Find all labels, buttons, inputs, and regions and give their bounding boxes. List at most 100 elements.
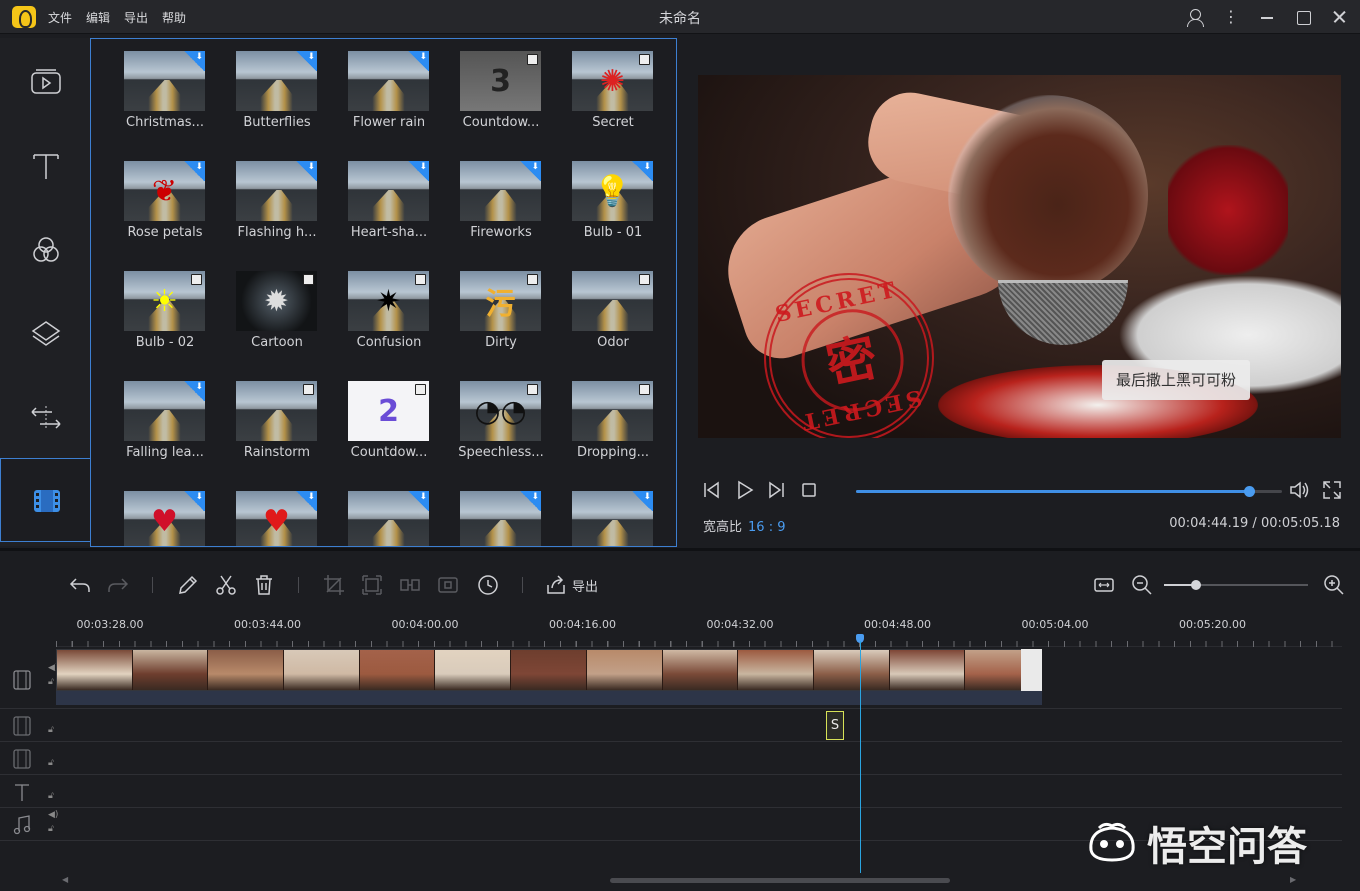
minimize-button[interactable]: [1256, 6, 1278, 28]
zoom-slider[interactable]: [1164, 580, 1308, 590]
video-clip[interactable]: [56, 649, 1042, 691]
effect-tile[interactable]: Christmas...: [111, 51, 223, 151]
clip-frame-thumbnail: [813, 650, 890, 690]
undo-button[interactable]: [68, 573, 92, 597]
lock-icon[interactable]: 🔓︎: [48, 725, 54, 735]
duration-button[interactable]: [476, 573, 500, 597]
effect-tile[interactable]: Butterflies: [223, 51, 335, 151]
zoom-knob[interactable]: [1190, 580, 1201, 590]
video-caption[interactable]: 最后撒上黑可可粉: [1102, 360, 1251, 400]
menu-export[interactable]: 导出: [124, 9, 148, 26]
scroll-right-arrow[interactable]: ▶: [1290, 875, 1296, 884]
zoom-frame-button[interactable]: [360, 573, 384, 597]
fullscreen-button[interactable]: [1320, 478, 1344, 502]
effect-tile[interactable]: ◔◔ Speechless...: [447, 381, 559, 481]
zoom-in-button[interactable]: [1322, 573, 1346, 597]
sidebar-item-media[interactable]: [0, 40, 90, 124]
prev-frame-button[interactable]: [700, 478, 724, 502]
effect-tile[interactable]: ☀ Bulb - 02: [111, 271, 223, 371]
lock-icon[interactable]: 🔓︎: [48, 791, 54, 801]
sidebar-item-filters[interactable]: [0, 208, 90, 292]
mosaic-button[interactable]: [398, 573, 422, 597]
cut-button[interactable]: [214, 573, 238, 597]
edit-button[interactable]: [176, 573, 200, 597]
lock-icon[interactable]: 🔓︎: [48, 758, 54, 768]
sidebar-item-elements[interactable]: [0, 458, 90, 542]
download-icon[interactable]: [631, 161, 653, 181]
download-icon[interactable]: [407, 51, 429, 71]
volume-button[interactable]: [1288, 478, 1312, 502]
play-button[interactable]: [732, 478, 756, 502]
download-icon[interactable]: [295, 161, 317, 181]
scroll-left-arrow[interactable]: ◀: [62, 875, 68, 884]
account-icon[interactable]: [1184, 6, 1206, 28]
download-icon[interactable]: [407, 161, 429, 181]
aspect-ratio[interactable]: 宽高比 16 : 9: [703, 516, 785, 535]
close-button[interactable]: [1328, 6, 1350, 28]
video-preview[interactable]: SECRET 密 SECRET 最后撒上黑可可粉: [698, 75, 1341, 438]
effect-tile[interactable]: Falling lea...: [111, 381, 223, 481]
next-frame-button[interactable]: [764, 478, 788, 502]
download-icon[interactable]: [183, 381, 205, 401]
progress-knob[interactable]: [1243, 486, 1255, 497]
freeze-button[interactable]: [436, 573, 460, 597]
more-options-icon[interactable]: ⋮: [1220, 6, 1242, 28]
menu-edit[interactable]: 编辑: [86, 9, 110, 26]
effect-tile[interactable]: ♥: [111, 491, 223, 546]
effect-tile[interactable]: Rainstorm: [223, 381, 335, 481]
playhead[interactable]: [859, 641, 861, 873]
download-icon[interactable]: [631, 491, 653, 511]
effect-tile[interactable]: Fireworks: [447, 161, 559, 261]
effect-tile[interactable]: 💡 Bulb - 01: [559, 161, 671, 261]
secret-effect-clip[interactable]: S: [826, 711, 844, 740]
effect-tile[interactable]: [559, 491, 671, 546]
download-icon[interactable]: [519, 161, 541, 181]
speaker-icon[interactable]: ◀): [48, 810, 58, 820]
export-label[interactable]: 导出: [572, 576, 598, 595]
sidebar-item-transitions[interactable]: [0, 376, 90, 460]
download-icon[interactable]: [519, 491, 541, 511]
stop-button[interactable]: [797, 478, 821, 502]
effect-tile[interactable]: [335, 491, 447, 546]
effect-tile[interactable]: ♥: [223, 491, 335, 546]
effect-tile[interactable]: ✹ Cartoon: [223, 271, 335, 371]
zoom-out-button[interactable]: [1130, 573, 1154, 597]
stop-icon: [802, 483, 816, 497]
download-icon[interactable]: [183, 491, 205, 511]
delete-button[interactable]: [252, 573, 276, 597]
lock-icon[interactable]: 🔓︎: [48, 824, 54, 834]
effect-tile[interactable]: ✷ Confusion: [335, 271, 447, 371]
sidebar-item-overlays[interactable]: [0, 292, 90, 376]
timeline-scrollbar[interactable]: [610, 878, 950, 883]
effect-tile[interactable]: 2 Countdow...: [335, 381, 447, 481]
effect-tile[interactable]: 污 Dirty: [447, 271, 559, 371]
time-ruler[interactable]: 00:03:28.00 00:03:44.00 00:04:00.00 00:04:1…: [56, 613, 1342, 647]
sidebar-item-text[interactable]: [0, 124, 90, 208]
playback-progress[interactable]: [856, 486, 1282, 497]
download-icon[interactable]: [183, 51, 205, 71]
export-button[interactable]: [544, 573, 568, 597]
effect-tile[interactable]: ✺ Secret: [559, 51, 671, 151]
effect-tile[interactable]: ❦ Rose petals: [111, 161, 223, 261]
maximize-button[interactable]: [1292, 6, 1314, 28]
download-icon[interactable]: [183, 161, 205, 181]
download-icon[interactable]: [407, 491, 429, 511]
effect-tile[interactable]: [447, 491, 559, 546]
menu-bar: 文件 编辑 导出 帮助: [48, 9, 186, 26]
effect-tile[interactable]: Flashing h...: [223, 161, 335, 261]
effect-tile[interactable]: Dropping...: [559, 381, 671, 481]
menu-file[interactable]: 文件: [48, 9, 72, 26]
effect-tile[interactable]: 3 Countdow...: [447, 51, 559, 151]
effect-tile[interactable]: Flower rain: [335, 51, 447, 151]
redo-button[interactable]: [106, 573, 130, 597]
menu-help[interactable]: 帮助: [162, 9, 186, 26]
download-icon[interactable]: [295, 51, 317, 71]
clip-end-handle[interactable]: [1021, 649, 1042, 691]
effect-tile[interactable]: Odor: [559, 271, 671, 371]
download-icon[interactable]: [295, 491, 317, 511]
aspect-ratio-value[interactable]: 16 : 9: [748, 520, 785, 535]
crop-button[interactable]: [322, 573, 346, 597]
lock-icon[interactable]: 🔓︎: [48, 677, 54, 687]
effect-tile[interactable]: Heart-sha...: [335, 161, 447, 261]
fit-timeline-button[interactable]: [1092, 573, 1116, 597]
